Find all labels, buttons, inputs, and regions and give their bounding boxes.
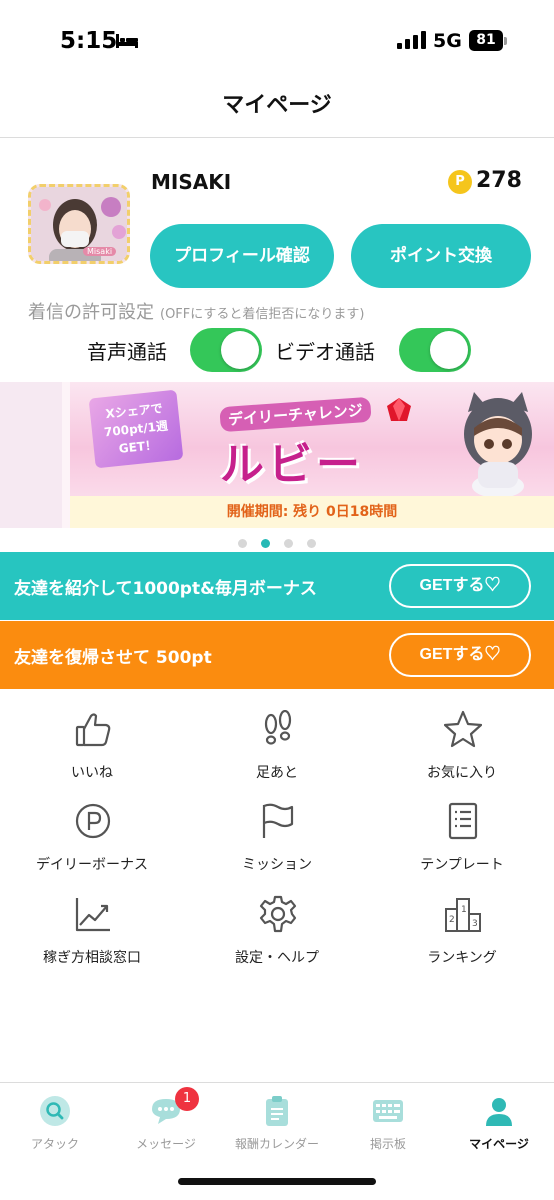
toggle-knob [221,331,259,369]
search-icon [40,1096,70,1126]
carousel-dot[interactable] [238,539,247,548]
menu-item-ranking[interactable]: 2 1 3 ランキング [370,895,554,973]
menu-label: 稼ぎ方相談窓口 [43,950,141,966]
menu-label: 足あと [256,765,298,781]
status-bar: 5:15 5G 81 [0,0,554,84]
carousel-dot[interactable] [307,539,316,548]
svg-text:2: 2 [449,915,455,925]
bed-icon [116,34,138,48]
keyboard-icon [373,1100,403,1122]
tab-label: アタック [30,1137,79,1151]
ruby-icon [387,398,411,421]
star-icon [444,710,482,748]
tab-label: 報酬カレンダー [234,1137,319,1151]
menu-item-templates[interactable]: テンプレート [370,802,554,880]
username: MISAKI [151,170,232,194]
return-friends-text: 友達を復帰させて 500pt [14,648,212,668]
person-icon [486,1098,512,1126]
carousel-dots [0,533,554,548]
battery-icon: 81 [469,30,503,51]
tab-my-page[interactable]: マイページ [444,1095,554,1157]
menu-label: お気に入り [427,765,497,781]
video-call-label: ビデオ通話 [275,340,375,364]
banner-carousel[interactable]: Xシェアで 700pt/1週 GET！ デイリーチャレンジ ルビー 開催期間: … [0,382,554,528]
call-settings-label: 着信の許可設定 [28,302,154,323]
points-value: 278 [476,168,522,193]
menu-item-favorites[interactable]: お気に入り [370,710,554,788]
svg-text:3: 3 [472,919,478,929]
clipboard-icon [266,1096,288,1126]
banner-subtitle: デイリーチャレンジ [219,396,372,433]
menu-label: いいね [71,765,113,781]
flag-icon [262,803,294,838]
tab-label: マイページ [469,1137,529,1151]
thumbs-up-icon [75,713,111,747]
menu-item-earning-consultation[interactable]: 稼ぎ方相談窓口 [0,895,184,973]
menu-item-missions[interactable]: ミッション [185,802,369,880]
carousel-dot-active[interactable] [261,539,270,548]
call-settings-note: (OFFにすると着信拒否になります) [160,307,365,322]
invite-friends-text: 友達を紹介して1000pt&毎月ボーナス [14,579,317,599]
x-share-tag: Xシェアで 700pt/1週 GET！ [88,389,184,469]
signal-icon [397,31,426,49]
message-count-badge: 1 [175,1087,199,1111]
home-indicator [178,1178,376,1185]
menu-label: 設定・ヘルプ [235,950,319,966]
video-call-toggle[interactable] [399,328,471,372]
menu-item-likes[interactable]: いいね [0,710,184,788]
p-coin-icon [75,803,111,839]
tab-attack[interactable]: アタック [0,1095,110,1157]
banner-period-bar: 開催期間: 残り 0日18時間 [70,496,554,528]
battery-tip [504,37,507,45]
svg-text:1: 1 [461,905,467,915]
banner-period: 開催期間: 残り 0日18時間 [226,504,398,520]
menu-item-daily-bonus[interactable]: デイリーボーナス [0,802,184,880]
menu-label: ランキング [427,950,497,966]
page-title: マイページ [222,93,332,118]
toggle-knob [430,331,468,369]
invite-get-button[interactable]: GETする♡ [389,564,531,608]
mascot-character-icon [464,392,532,498]
document-list-icon [448,802,478,840]
menu-label: デイリーボーナス [36,857,148,873]
menu-label: テンプレート [420,857,504,873]
invite-friends-promo[interactable]: 友達を紹介して1000pt&毎月ボーナス GETする♡ [0,552,554,620]
menu-item-footprints[interactable]: 足あと [185,710,369,788]
voice-call-label: 音声通話 [87,340,167,364]
page-header: マイページ [0,84,554,138]
voice-call-toggle[interactable] [190,328,262,372]
tab-messages[interactable]: 1 メッセージ [111,1087,221,1157]
status-time: 5:15 [60,28,118,54]
carousel-dot[interactable] [284,539,293,548]
tab-reward-calendar[interactable]: 報酬カレンダー [222,1095,332,1157]
gear-icon [259,895,297,933]
menu-label: ミッション [242,857,312,873]
return-get-button[interactable]: GETする♡ [389,633,531,677]
call-settings-title: 着信の許可設定 (OFFにすると着信拒否になります) [28,298,364,324]
trend-chart-icon [75,898,110,932]
return-friends-promo[interactable]: 友達を復帰させて 500pt GETする♡ [0,621,554,689]
banner-previous-peek [0,382,62,528]
network-type: 5G [433,30,462,52]
point-coin-icon: P [448,170,472,194]
menu-item-settings-help[interactable]: 設定・ヘルプ [185,895,369,973]
tab-label: メッセージ [136,1137,196,1151]
profile-check-button[interactable]: プロフィール確認 [150,224,334,288]
avatar[interactable]: Misaki [28,184,130,264]
banner-title: ルビー [220,439,364,490]
footprints-icon [264,710,292,745]
point-exchange-button[interactable]: ポイント交換 [351,224,531,288]
daily-challenge-banner[interactable]: Xシェアで 700pt/1週 GET！ デイリーチャレンジ ルビー 開催期間: … [70,382,554,528]
tab-label: 掲示板 [369,1137,406,1151]
podium-icon: 2 1 3 [445,898,481,932]
avatar-name-tag: Misaki [83,247,117,256]
tab-bulletin-board[interactable]: 掲示板 [333,1095,443,1157]
